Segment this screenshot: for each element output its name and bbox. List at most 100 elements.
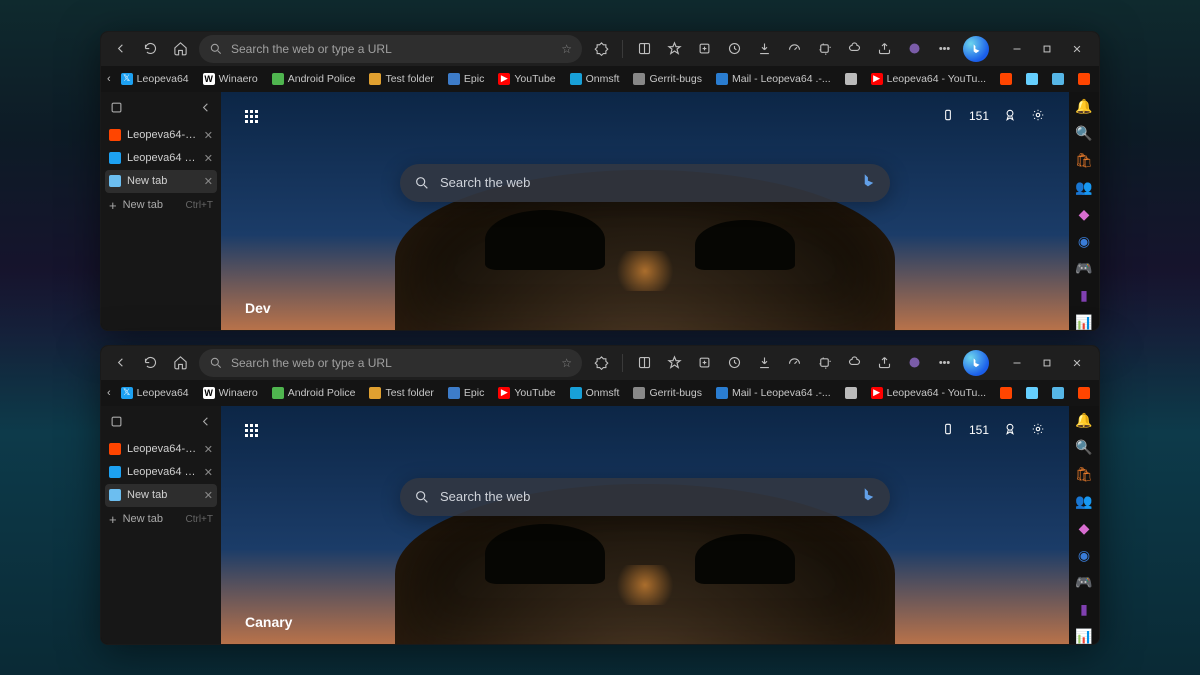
bookmark-item[interactable] xyxy=(996,71,1016,87)
apps-grid-icon[interactable] xyxy=(245,424,258,437)
sidebar-onenote-icon[interactable]: ▮ xyxy=(1075,287,1093,304)
home-button[interactable] xyxy=(169,352,191,374)
sidebar-people-icon[interactable]: 👥 xyxy=(1075,493,1093,510)
minimize-button[interactable] xyxy=(1003,38,1031,60)
history-button[interactable] xyxy=(723,38,745,60)
split-screen-button[interactable] xyxy=(633,352,655,374)
bookmark-item[interactable]: Onmsft xyxy=(566,71,624,87)
voice-search-icon[interactable] xyxy=(860,487,876,506)
ntp-search-box[interactable]: Search the web xyxy=(400,164,890,202)
sidebar-m365-icon[interactable]: ◆ xyxy=(1075,520,1093,537)
maximize-button[interactable] xyxy=(1033,38,1061,60)
address-bar[interactable]: Search the web or type a URL ☆ xyxy=(199,35,582,63)
close-tab-icon[interactable]: ✕ xyxy=(204,489,213,502)
bookmark-item[interactable]: Gerrit-bugs xyxy=(629,71,706,87)
close-tab-icon[interactable]: ✕ xyxy=(204,129,213,142)
bookmark-folder[interactable]: Test folder xyxy=(365,385,437,401)
back-button[interactable] xyxy=(109,352,131,374)
bookmark-item[interactable]: Gerrit-bugs xyxy=(629,385,706,401)
bookmark-item[interactable]: ▶YouTube xyxy=(494,385,559,401)
sidebar-bell-icon[interactable]: 🔔 xyxy=(1075,98,1093,115)
bookmark-item[interactable]: 𝕏Leopeva64 xyxy=(117,71,193,87)
share-button[interactable] xyxy=(873,38,895,60)
bookmark-item[interactable] xyxy=(1048,71,1068,87)
mobile-icon[interactable] xyxy=(941,422,955,439)
vertical-tab[interactable]: Leopeva64 (@Leop ✕ xyxy=(101,461,221,484)
mobile-icon[interactable] xyxy=(941,108,955,125)
settings-icon[interactable] xyxy=(1031,422,1045,439)
close-tab-icon[interactable]: ✕ xyxy=(204,443,213,456)
close-tab-icon[interactable]: ✕ xyxy=(204,466,213,479)
bookmark-item[interactable] xyxy=(1074,385,1094,401)
sidebar-outlook-icon[interactable]: ◉ xyxy=(1075,547,1093,564)
bookmark-item[interactable] xyxy=(1022,385,1042,401)
sidebar-search-icon[interactable]: 🔍 xyxy=(1075,439,1093,456)
close-tab-icon[interactable]: ✕ xyxy=(204,175,213,188)
bookmark-item[interactable]: ▶Leopeva64 - YouTu... xyxy=(867,71,990,87)
sidebar-outlook-icon[interactable]: ◉ xyxy=(1075,233,1093,250)
minimize-button[interactable] xyxy=(1003,352,1031,374)
vertical-tab[interactable]: Leopeva64 (@Leop ✕ xyxy=(101,147,221,170)
close-button[interactable] xyxy=(1063,38,1091,60)
performance-button[interactable] xyxy=(783,38,805,60)
browser-essentials-button[interactable] xyxy=(843,352,865,374)
bookmark-item[interactable]: 𝕏Leopeva64 xyxy=(117,385,193,401)
new-tab-button[interactable]: + New tab Ctrl+T xyxy=(101,507,221,532)
bookmark-item[interactable] xyxy=(841,385,861,401)
split-screen-button[interactable] xyxy=(633,38,655,60)
profile-button[interactable] xyxy=(903,352,925,374)
sidebar-games-icon[interactable]: 🎮 xyxy=(1075,574,1093,591)
vertical-tab[interactable]: Leopeva64-2 (u/Le ✕ xyxy=(101,124,221,147)
sidebar-chart-icon[interactable]: 📊 xyxy=(1075,628,1093,645)
bookmark-item[interactable]: WWinaero xyxy=(199,385,262,401)
bookmark-item[interactable]: Epic xyxy=(444,71,488,87)
favorites-button[interactable] xyxy=(663,38,685,60)
rewards-icon[interactable] xyxy=(1003,108,1017,125)
home-button[interactable] xyxy=(169,38,191,60)
sidebar-shopping-icon[interactable]: 🛍 xyxy=(1075,152,1093,169)
bing-button[interactable] xyxy=(963,36,989,62)
sidebar-chart-icon[interactable]: 📊 xyxy=(1075,314,1093,331)
bookmark-folder[interactable]: Test folder xyxy=(365,71,437,87)
bookmark-item[interactable] xyxy=(841,71,861,87)
collections-button[interactable] xyxy=(693,38,715,60)
sidebar-people-icon[interactable]: 👥 xyxy=(1075,179,1093,196)
bookmark-item[interactable] xyxy=(1074,71,1094,87)
sidebar-games-icon[interactable]: 🎮 xyxy=(1075,260,1093,277)
collections-button[interactable] xyxy=(693,352,715,374)
close-tab-icon[interactable]: ✕ xyxy=(204,152,213,165)
profile-button[interactable] xyxy=(903,38,925,60)
apps-grid-icon[interactable] xyxy=(245,110,258,123)
bookmark-item[interactable]: ▶YouTube xyxy=(494,71,559,87)
bookmark-item[interactable]: Onmsft xyxy=(566,385,624,401)
downloads-button[interactable] xyxy=(753,352,775,374)
bookmark-item[interactable]: Epic xyxy=(444,385,488,401)
bookmark-item[interactable] xyxy=(1022,71,1042,87)
tabs-icon[interactable] xyxy=(109,100,124,118)
rewards-icon[interactable] xyxy=(1003,422,1017,439)
favorite-star-icon[interactable]: ☆ xyxy=(561,356,572,370)
vertical-tab[interactable]: Leopeva64-2 (u/Le ✕ xyxy=(101,438,221,461)
settings-icon[interactable] xyxy=(1031,108,1045,125)
collapse-tabs-icon[interactable] xyxy=(198,100,213,118)
voice-search-icon[interactable] xyxy=(860,173,876,192)
back-button[interactable] xyxy=(109,38,131,60)
favorite-star-icon[interactable]: ☆ xyxy=(561,42,572,56)
favorites-button[interactable] xyxy=(663,352,685,374)
maximize-button[interactable] xyxy=(1033,352,1061,374)
bookmark-scroll-left[interactable]: ‹ xyxy=(107,383,111,403)
refresh-button[interactable] xyxy=(139,352,161,374)
vertical-tab-active[interactable]: New tab ✕ xyxy=(105,484,217,507)
bookmark-scroll-left[interactable]: ‹ xyxy=(107,69,111,89)
vertical-tab-active[interactable]: New tab ✕ xyxy=(105,170,217,193)
downloads-button[interactable] xyxy=(753,38,775,60)
tabs-icon[interactable] xyxy=(109,414,124,432)
browser-essentials-button[interactable] xyxy=(843,38,865,60)
more-button[interactable] xyxy=(933,38,955,60)
bookmark-item[interactable]: ▶Leopeva64 - YouTu... xyxy=(867,385,990,401)
sidebar-m365-icon[interactable]: ◆ xyxy=(1075,206,1093,223)
refresh-button[interactable] xyxy=(139,38,161,60)
ntp-search-box[interactable]: Search the web xyxy=(400,478,890,516)
share-button[interactable] xyxy=(873,352,895,374)
sidebar-search-icon[interactable]: 🔍 xyxy=(1075,125,1093,142)
